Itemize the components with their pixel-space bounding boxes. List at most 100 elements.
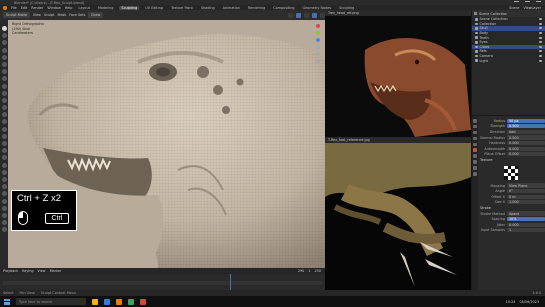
prop-field[interactable]: 0.000 — [507, 146, 545, 151]
prop-row[interactable]: Input Samples 1 — [479, 228, 545, 234]
timeline-ruler[interactable] — [0, 274, 325, 290]
eye-icon[interactable] — [539, 27, 542, 30]
draw-sharp-brush-icon[interactable] — [1, 33, 7, 39]
shading-solid-toggle[interactable] — [312, 12, 317, 18]
menu-mask[interactable]: Mask — [58, 13, 67, 17]
blender-app-icon[interactable] — [116, 298, 122, 305]
maximize-icon[interactable] — [525, 1, 530, 4]
brush-selector[interactable]: Draw — [88, 12, 104, 18]
end-frame-field[interactable]: 250 — [315, 269, 325, 273]
mode-selector[interactable]: Sculpt Mode — [3, 12, 30, 18]
menu-help[interactable]: Help — [65, 6, 73, 10]
eye-icon[interactable] — [539, 45, 542, 48]
draw-brush-icon[interactable] — [1, 26, 7, 31]
app-icon[interactable] — [128, 298, 134, 305]
prop-field[interactable]: Add — [507, 129, 545, 135]
axis-z-icon[interactable] — [315, 38, 320, 42]
box-mask-icon[interactable] — [1, 176, 7, 182]
pan-icon[interactable] — [315, 52, 320, 56]
start-frame-field[interactable]: 1 — [308, 269, 310, 273]
menu-file[interactable]: File — [11, 6, 17, 10]
outliner-display-icon[interactable] — [474, 12, 477, 15]
prop-row[interactable]: Direction Add — [479, 129, 545, 135]
playhead[interactable] — [230, 274, 231, 290]
prop-field[interactable]: 0.000 — [507, 152, 545, 157]
prop-row[interactable]: Offset X0 m — [479, 194, 545, 200]
data-tab-icon[interactable] — [473, 160, 477, 164]
flatten-brush-icon[interactable] — [1, 97, 7, 103]
thumb-brush-icon[interactable] — [1, 141, 7, 146]
menu-view-timeline[interactable]: View — [38, 269, 46, 273]
prop-row[interactable]: Mapping View Plane — [479, 183, 545, 189]
eye-icon[interactable] — [539, 59, 542, 62]
scrape-brush-icon[interactable] — [1, 112, 7, 118]
blob-brush-icon[interactable] — [1, 76, 7, 82]
menu-face-sets[interactable]: Face Sets — [69, 13, 85, 17]
symmetry-x-toggle[interactable] — [288, 12, 293, 18]
rotate-brush-icon[interactable] — [1, 162, 7, 168]
menu-marker[interactable]: Marker — [50, 269, 62, 273]
reference-image-top[interactable]: Trex_head_ref.png — [325, 10, 471, 137]
modifier-tab-icon[interactable] — [473, 154, 477, 158]
current-frame-field[interactable]: 290 — [298, 269, 304, 273]
render-tab-icon[interactable] — [473, 124, 477, 129]
blender-logo-icon[interactable] — [3, 5, 7, 10]
menu-window[interactable]: Window — [47, 6, 60, 10]
menu-edit[interactable]: Edit — [21, 6, 28, 10]
prop-field[interactable]: 0 m — [507, 194, 545, 199]
crease-brush-icon[interactable] — [1, 83, 7, 89]
prop-field[interactable]: 1 — [507, 228, 545, 233]
prop-field[interactable]: View Plane — [507, 183, 545, 188]
prop-row[interactable]: Radius 50 px — [479, 118, 545, 124]
timeline-track[interactable] — [3, 281, 322, 285]
mesh-filter-icon[interactable] — [1, 205, 7, 211]
fill-brush-icon[interactable] — [1, 105, 7, 111]
stroke-section-header[interactable]: Stroke — [479, 206, 491, 210]
prop-row[interactable]: Jitter 0.000 — [479, 222, 545, 228]
box-face-set-icon[interactable] — [1, 184, 7, 190]
pose-brush-icon[interactable] — [1, 148, 7, 154]
minimize-icon[interactable] — [514, 1, 519, 4]
tab-animation[interactable]: Animation — [221, 6, 242, 10]
overlay-toggle[interactable] — [296, 12, 301, 18]
clock-time[interactable]: 10:24 — [506, 300, 516, 304]
world-tab-icon[interactable] — [473, 142, 477, 147]
nudge-brush-icon[interactable] — [1, 155, 7, 161]
box-trim-icon[interactable] — [1, 191, 7, 197]
scene-tab-icon[interactable] — [473, 136, 477, 141]
annotate-icon[interactable] — [1, 227, 7, 233]
tab-scripting[interactable]: Scripting — [337, 6, 356, 10]
line-project-icon[interactable] — [1, 198, 7, 204]
eye-icon[interactable] — [539, 50, 542, 53]
output-tab-icon[interactable] — [473, 130, 477, 135]
eye-icon[interactable] — [539, 41, 542, 44]
prop-row[interactable]: Normal Radius 0.500 — [479, 135, 545, 141]
material-tab-icon[interactable] — [473, 166, 477, 170]
layer-brush-icon[interactable] — [1, 61, 7, 67]
view-layer-selector[interactable]: ViewLayer — [524, 6, 545, 10]
prop-field[interactable]: 10% — [507, 217, 545, 222]
camera-view-icon[interactable] — [315, 59, 320, 63]
tab-rendering[interactable]: Rendering — [246, 6, 267, 10]
eye-icon[interactable] — [539, 36, 542, 39]
eye-icon[interactable] — [539, 32, 542, 35]
tab-sculpting[interactable]: Sculpting — [119, 5, 140, 10]
zoom-icon[interactable] — [315, 45, 320, 49]
prop-field[interactable]: Space — [507, 211, 545, 216]
tab-shading[interactable]: Shading — [199, 6, 217, 10]
browser-icon[interactable] — [104, 298, 110, 305]
prop-field[interactable]: 0° — [507, 189, 545, 194]
pinch-brush-icon[interactable] — [1, 119, 7, 125]
prop-field[interactable]: 0.500 — [507, 135, 545, 140]
outliner-row[interactable]: Light — [472, 58, 545, 63]
transform-icon[interactable] — [1, 220, 7, 226]
menu-keying[interactable]: Keying — [22, 269, 33, 273]
tab-layout[interactable]: Layout — [76, 6, 92, 10]
app-icon[interactable] — [140, 298, 146, 305]
mask-brush-icon[interactable] — [1, 169, 7, 175]
tab-modeling[interactable]: Modeling — [96, 6, 115, 10]
menu-render[interactable]: Render — [31, 6, 43, 10]
clay-strips-brush-icon[interactable] — [1, 47, 7, 53]
scene-selector[interactable]: Scene — [509, 6, 519, 10]
clay-brush-icon[interactable] — [1, 40, 7, 46]
